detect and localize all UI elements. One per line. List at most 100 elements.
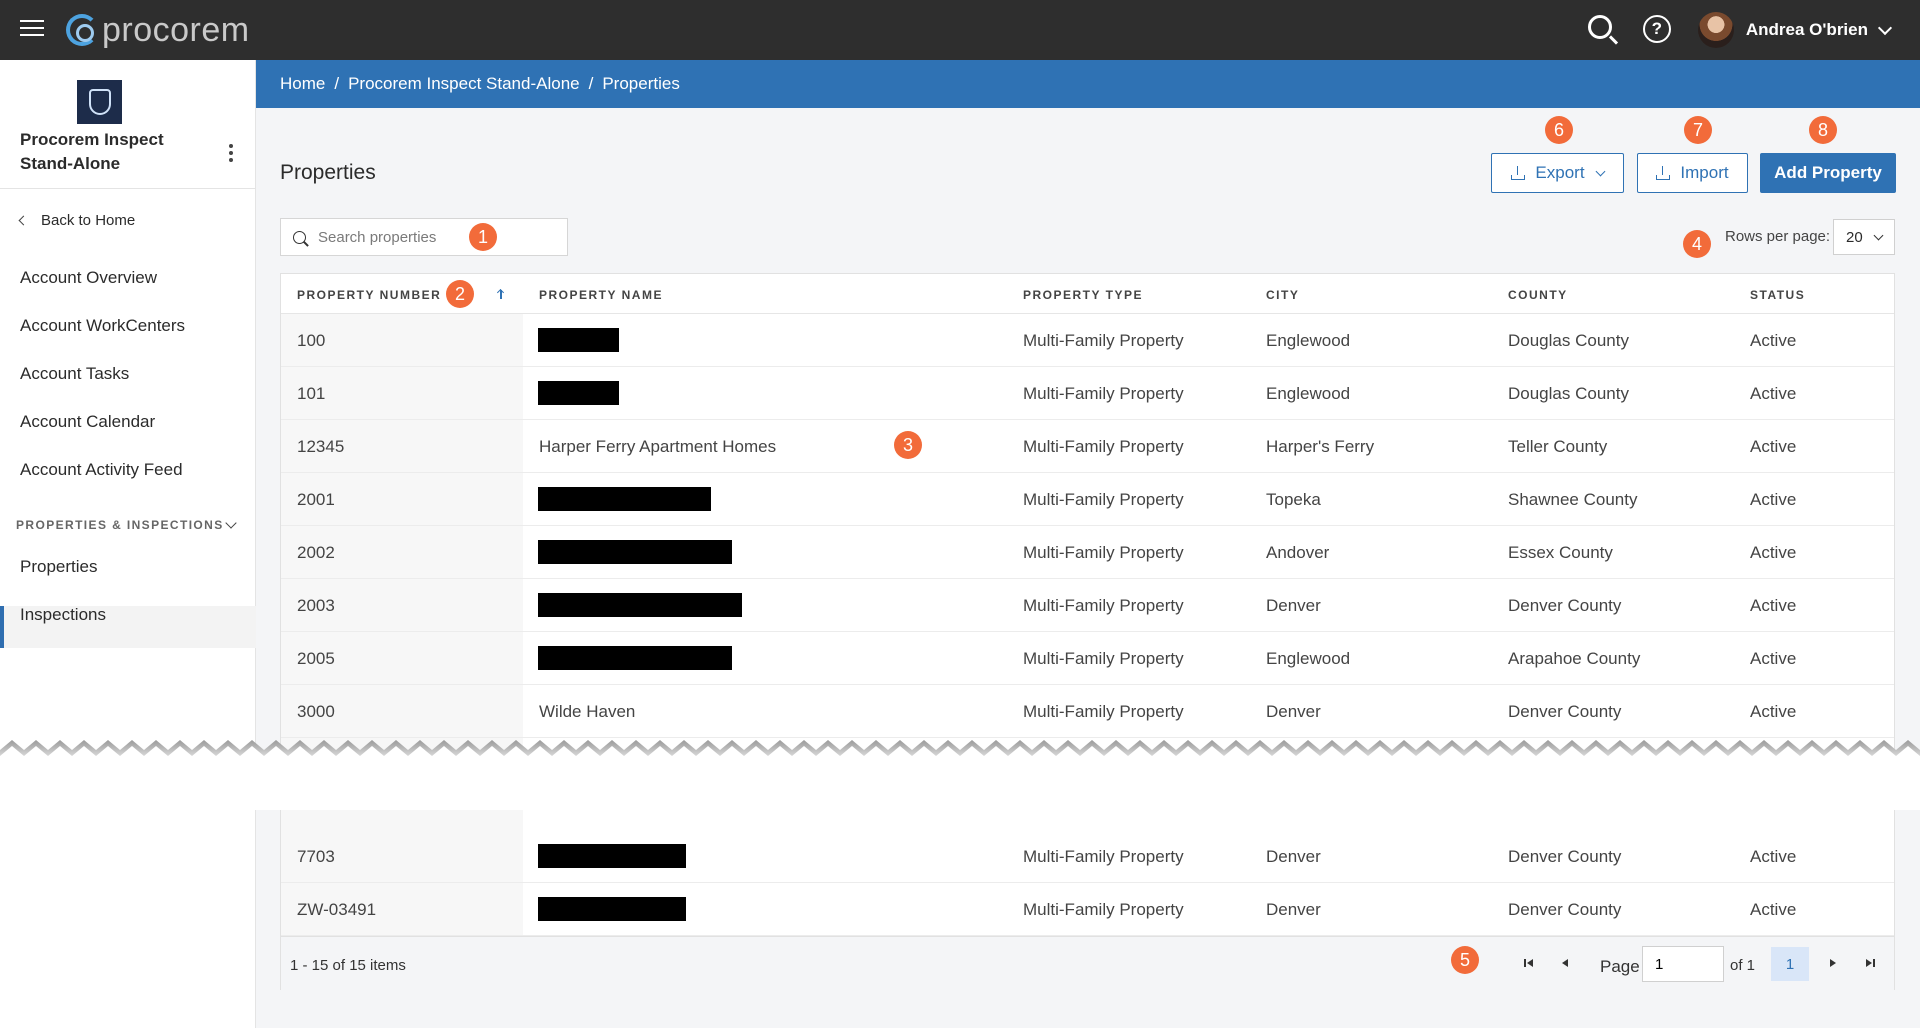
column-header-property-type[interactable]: PROPERTY TYPE	[1023, 288, 1143, 302]
table-row[interactable]: 2003 Multi-Family Property Denver Denver…	[281, 579, 1894, 632]
rows-per-page-select[interactable]: 20	[1833, 219, 1895, 255]
table-row[interactable]: 12345 Harper Ferry Apartment Homes Multi…	[281, 420, 1894, 473]
help-icon[interactable]: ?	[1642, 15, 1673, 45]
breadcrumb-home[interactable]: Home	[280, 74, 325, 94]
annotation-badge-8: 8	[1809, 116, 1837, 144]
import-button[interactable]: Import	[1637, 153, 1748, 193]
cell-status: Active	[1750, 490, 1797, 509]
cell-type: Multi-Family Property	[1023, 331, 1184, 350]
add-property-button[interactable]: Add Property	[1760, 153, 1896, 193]
avatar[interactable]	[1697, 12, 1734, 48]
cell-city: Denver	[1266, 702, 1321, 721]
table-row[interactable]: 100 Multi-Family Property Englewood Doug…	[281, 314, 1894, 367]
annotation-badge-3: 3	[894, 431, 922, 459]
cell-city: Topeka	[1266, 490, 1321, 509]
annotation-badge-4: 4	[1683, 230, 1711, 258]
rows-per-page-label: Rows per page:	[1725, 228, 1831, 245]
sidebar-item-account-workcenters[interactable]: Account WorkCenters	[20, 316, 185, 336]
cell-type: Multi-Family Property	[1023, 649, 1184, 668]
redacted-name	[538, 540, 732, 564]
annotation-badge-2: 2	[446, 280, 474, 308]
sidebar-item-account-overview[interactable]: Account Overview	[20, 268, 157, 288]
cell-name[interactable]: Harper Ferry Apartment Homes	[539, 437, 776, 457]
sidebar-item-account-tasks[interactable]: Account Tasks	[20, 364, 129, 384]
more-options-icon[interactable]	[229, 144, 235, 164]
cell-status: Active	[1750, 847, 1797, 866]
breadcrumb-properties[interactable]: Properties	[602, 74, 679, 94]
cell-number[interactable]: ZW-03491	[297, 900, 376, 920]
sidebar-item-properties[interactable]: Properties	[20, 557, 97, 577]
table-row[interactable]: 2005 Multi-Family Property Englewood Ara…	[281, 632, 1894, 685]
cell-number[interactable]: 2002	[297, 543, 335, 563]
annotation-badge-5: 5	[1451, 946, 1479, 974]
page-button-current[interactable]: 1	[1771, 947, 1809, 981]
top-bar: procorem ? Andrea O'brien	[0, 0, 1920, 60]
cell-number[interactable]: 2005	[297, 649, 335, 669]
table-row[interactable]: 2002 Multi-Family Property Andover Essex…	[281, 526, 1894, 579]
chevron-down-icon[interactable]	[1877, 20, 1893, 35]
search-icon	[293, 230, 306, 244]
logo-text: procorem	[102, 10, 250, 49]
first-page-icon[interactable]	[1522, 956, 1536, 970]
cell-number[interactable]: 2003	[297, 596, 335, 616]
page-number-input[interactable]	[1642, 946, 1724, 982]
app-logo[interactable]: procorem	[66, 10, 250, 49]
sidebar-item-account-calendar[interactable]: Account Calendar	[20, 412, 155, 432]
cell-city: Englewood	[1266, 384, 1351, 403]
sidebar-item-account-activity-feed[interactable]: Account Activity Feed	[20, 460, 183, 480]
cell-city: Englewood	[1266, 649, 1351, 668]
cell-county: Essex County	[1508, 543, 1613, 562]
project-logo	[77, 80, 122, 124]
cell-number[interactable]: 12345	[297, 437, 344, 457]
sort-ascending-icon[interactable]	[496, 287, 506, 301]
column-header-county[interactable]: COUNTY	[1508, 288, 1568, 302]
logo-mark-icon	[66, 14, 98, 46]
table-row[interactable]: ZW-03491 Multi-Family Property Denver De…	[281, 883, 1894, 936]
table-footer: 1 - 15 of 15 items Page of 1 1	[281, 936, 1894, 990]
chevron-down-icon[interactable]	[225, 517, 237, 529]
cell-name[interactable]: Wilde Haven	[539, 702, 635, 722]
table-row[interactable]: 101 Multi-Family Property Englewood Doug…	[281, 367, 1894, 420]
cell-status: Active	[1750, 384, 1797, 403]
cell-number[interactable]: 3000	[297, 702, 335, 722]
breadcrumb-project[interactable]: Procorem Inspect Stand-Alone	[348, 74, 580, 94]
cell-number[interactable]: 100	[297, 331, 325, 351]
cell-status: Active	[1750, 543, 1797, 562]
column-header-property-number[interactable]: PROPERTY NUMBER	[297, 288, 441, 302]
column-header-city[interactable]: CITY	[1266, 288, 1299, 302]
next-page-icon[interactable]	[1826, 956, 1840, 970]
back-to-home-link[interactable]: Back to Home	[18, 212, 135, 229]
column-header-status[interactable]: STATUS	[1750, 288, 1805, 302]
cell-city: Denver	[1266, 847, 1321, 866]
redacted-name	[538, 593, 742, 617]
import-label: Import	[1680, 163, 1729, 182]
user-name[interactable]: Andrea O'brien	[1746, 20, 1868, 40]
menu-icon[interactable]	[20, 20, 44, 40]
cell-number[interactable]: 7703	[297, 847, 335, 867]
cell-number[interactable]: 2001	[297, 490, 335, 510]
cell-status: Active	[1750, 331, 1797, 350]
annotation-badge-6: 6	[1545, 116, 1573, 144]
search-icon[interactable]	[1587, 15, 1618, 45]
table-row[interactable]: 3000 Wilde Haven Multi-Family Property D…	[281, 685, 1894, 738]
shield-icon	[88, 89, 111, 115]
cell-number[interactable]: 101	[297, 384, 325, 404]
table-row[interactable]: 2001 Multi-Family Property Topeka Shawne…	[281, 473, 1894, 526]
annotation-badge-7: 7	[1684, 116, 1712, 144]
previous-page-icon[interactable]	[1558, 956, 1572, 970]
cell-county: Douglas County	[1508, 331, 1629, 350]
table-row[interactable]: 7703 Multi-Family Property Denver Denver…	[281, 830, 1894, 883]
section-label: PROPERTIES & INSPECTIONS	[16, 518, 224, 532]
cell-city: Englewood	[1266, 331, 1351, 350]
export-button[interactable]: Export	[1491, 153, 1624, 193]
breadcrumb-separator: /	[588, 74, 594, 93]
cell-status: Active	[1750, 437, 1797, 456]
redacted-name	[538, 487, 711, 511]
export-label: Export	[1535, 163, 1585, 182]
project-name: Procorem Inspect Stand-Alone	[20, 130, 164, 173]
column-header-property-name[interactable]: PROPERTY NAME	[539, 288, 663, 302]
search-field[interactable]	[280, 218, 568, 256]
last-page-icon[interactable]	[1863, 956, 1877, 970]
sidebar: Procorem Inspect Stand-Alone Back to Hom…	[0, 60, 256, 1028]
sidebar-item-inspections[interactable]: Inspections	[20, 605, 106, 625]
